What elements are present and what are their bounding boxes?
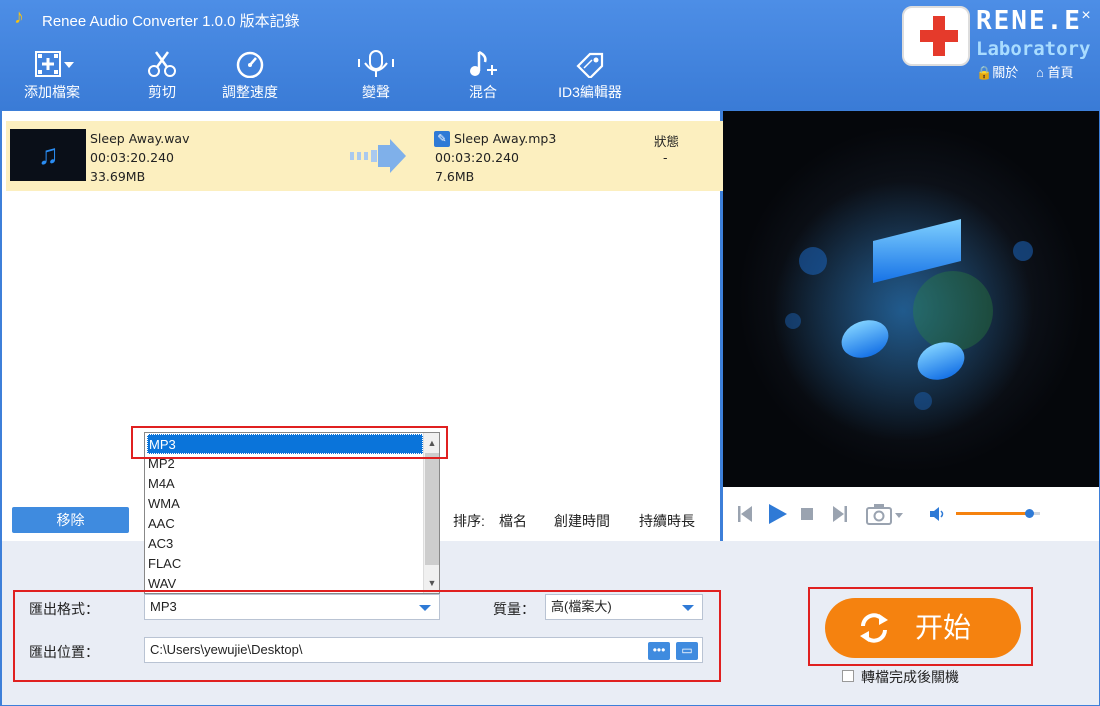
format-option[interactable]: AC3 [147, 534, 423, 554]
home-icon: ⌂ [1036, 65, 1044, 80]
play-icon[interactable] [768, 503, 788, 525]
format-option[interactable]: FLAC [147, 554, 423, 574]
scissors-icon [148, 51, 176, 77]
speed-label: 調整速度 [222, 84, 278, 100]
remove-button[interactable]: 移除 [12, 507, 129, 533]
music-mix-icon [470, 50, 497, 76]
player-controls [723, 487, 1099, 541]
format-option[interactable]: M4A [147, 474, 423, 494]
id3-editor-label: ID3編輯器 [558, 84, 622, 100]
sort-by-created[interactable]: 創建時間 [554, 511, 610, 531]
close-button[interactable]: × [1072, 4, 1100, 28]
cut-label: 剪切 [148, 84, 176, 100]
status-header: 狀態 [654, 134, 680, 149]
next-icon[interactable] [832, 505, 848, 523]
music-note-artwork [773, 181, 1033, 441]
preview-player [723, 111, 1099, 487]
about-link[interactable]: 🔒關於 [976, 62, 1018, 81]
sort-label: 排序: [453, 513, 485, 529]
brand-subtitle: Laboratory [976, 38, 1091, 60]
speed-gauge-icon [236, 51, 264, 78]
file-thumbnail: ♫ [10, 129, 86, 181]
snapshot-camera-icon[interactable] [866, 503, 906, 525]
annotation-box-output-settings [13, 590, 721, 682]
shutdown-checkbox[interactable] [842, 670, 854, 682]
about-label: 關於 [992, 65, 1019, 80]
output-size: 7.6MB [435, 169, 475, 184]
edit-icon[interactable]: ✎ [434, 131, 450, 147]
brand-name: RENE.E [976, 6, 1082, 36]
home-link[interactable]: ⌂ 首頁 [1036, 62, 1074, 81]
lock-icon: 🔒 [976, 65, 993, 80]
file-row[interactable]: ♫ Sleep Away.wav 00:03:20.240 33.69MB ✎ … [6, 121, 724, 191]
music-note-icon: ♫ [38, 139, 59, 170]
add-file-button[interactable]: 添加檔案 [7, 46, 97, 108]
source-duration: 00:03:20.240 [90, 150, 174, 165]
minimize-button[interactable]: − [946, 4, 974, 28]
status-value: - [663, 150, 668, 165]
output-duration: 00:03:20.240 [435, 150, 519, 165]
app-music-icon: ♪ [14, 6, 24, 28]
annotation-box-format-option [131, 426, 448, 459]
home-label: 首頁 [1047, 65, 1074, 80]
mix-button[interactable]: 混合 [438, 46, 528, 108]
sort-by-duration[interactable]: 持續時長 [639, 511, 695, 531]
microphone-icon [358, 50, 394, 77]
id3-editor-button[interactable]: ID3編輯器 [545, 46, 635, 108]
voice-change-label: 變聲 [362, 84, 390, 100]
volume-icon[interactable] [929, 506, 947, 522]
speed-button[interactable]: 調整速度 [205, 46, 295, 108]
shutdown-label: 轉檔完成後關機 [861, 669, 959, 685]
sort-by-name[interactable]: 檔名 [499, 511, 527, 531]
source-size: 33.69MB [90, 169, 146, 184]
volume-fill [956, 512, 1030, 515]
voice-change-button[interactable]: 變聲 [331, 46, 421, 108]
output-file-name: Sleep Away.mp3 [454, 131, 557, 146]
tag-icon [576, 52, 604, 78]
format-option[interactable]: AAC [147, 514, 423, 534]
format-option[interactable]: WMA [147, 494, 423, 514]
mix-label: 混合 [469, 84, 497, 100]
source-file-name: Sleep Away.wav [90, 131, 190, 146]
title-toolbar: ♪ Renee Audio Converter 1.0.0 版本記錄 添加檔案 … [0, 0, 1100, 110]
volume-slider[interactable] [956, 509, 1040, 518]
cut-button[interactable]: 剪切 [117, 46, 207, 108]
scrollbar-thumb[interactable] [425, 453, 439, 565]
convert-arrow-icon [350, 139, 406, 173]
previous-icon[interactable] [737, 505, 753, 523]
add-file-icon [35, 51, 74, 77]
window-title: Renee Audio Converter 1.0.0 版本記錄 [42, 13, 300, 30]
stop-icon[interactable] [801, 508, 813, 520]
add-file-label: 添加檔案 [24, 84, 80, 100]
volume-knob[interactable] [1025, 509, 1035, 518]
annotation-box-start [808, 587, 1033, 666]
